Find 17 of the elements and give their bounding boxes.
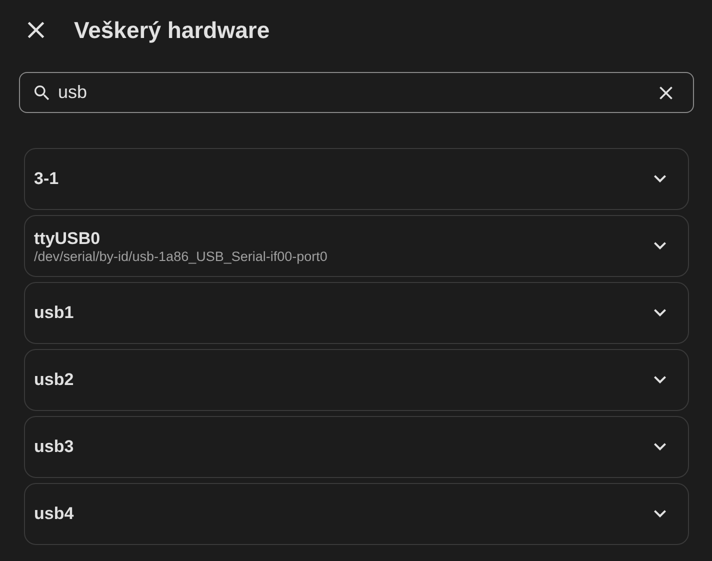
dialog-title: Veškerý hardware [74, 16, 270, 44]
device-name: 3-1 [34, 169, 60, 189]
device-item[interactable]: usb1 [24, 282, 689, 344]
device-item[interactable]: usb3 [24, 416, 689, 478]
device-item[interactable]: usb4 [24, 483, 689, 545]
device-item[interactable]: 3-1 [24, 148, 689, 210]
search-icon [32, 82, 52, 102]
device-name: usb2 [34, 370, 75, 390]
device-item[interactable]: usb2 [24, 349, 689, 411]
device-name: usb4 [34, 504, 75, 524]
device-name: usb3 [34, 437, 75, 457]
device-item[interactable]: ttyUSB0 /dev/serial/by-id/usb-1a86_USB_Serial-if00-port0 [24, 215, 689, 277]
device-name: ttyUSB0 [34, 228, 102, 248]
device-path: /dev/serial/by-id/usb-1a86_USB_Serial-if00-port0 [34, 248, 328, 264]
device-name: usb1 [34, 303, 75, 323]
search-input[interactable]: usb [58, 82, 647, 103]
search-field[interactable]: usb [19, 72, 694, 113]
